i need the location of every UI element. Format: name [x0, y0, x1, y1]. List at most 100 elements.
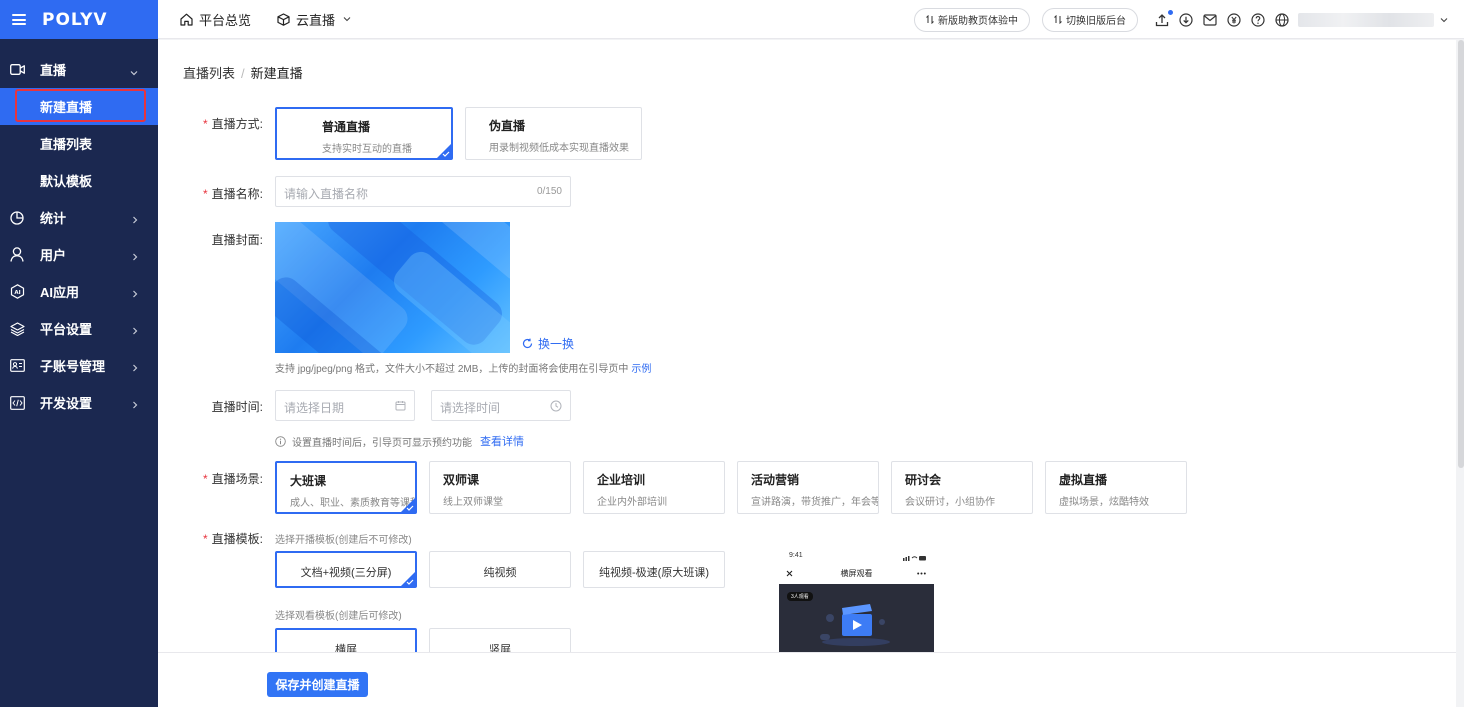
sidebar-item-sub-accounts[interactable]: 子账号管理	[0, 347, 158, 384]
field-label-name: * 直播名称:	[173, 185, 263, 202]
notification-badge	[1167, 8, 1174, 16]
upload-icon[interactable]	[1155, 8, 1174, 27]
download-icon[interactable]	[1179, 12, 1193, 27]
view-details-link[interactable]: 查看详情	[480, 433, 524, 449]
info-icon	[275, 435, 286, 447]
example-link[interactable]: 示例	[631, 364, 651, 375]
scene-option-virtual[interactable]: 虚拟直播 虚拟场景，炫酷特效	[1045, 461, 1187, 514]
sidebar-item-label: 统计	[40, 211, 67, 226]
phone-header: 横屏观看	[779, 564, 934, 583]
label-text: 直播封面:	[211, 233, 263, 247]
option-title: 大班课	[290, 474, 327, 488]
required-mark: *	[202, 472, 208, 486]
calendar-icon	[395, 401, 406, 411]
layers-icon	[9, 321, 25, 337]
top-bar: 平台总览 云直播 新版助教页体验中 切换旧版后台	[158, 0, 1464, 39]
sidebar-item-users[interactable]: 用户	[0, 236, 158, 273]
field-label-cover: 直播封面:	[173, 231, 263, 248]
sidebar-item-ai[interactable]: AI AI应用	[0, 273, 158, 310]
option-label: 纯视频	[483, 567, 517, 579]
sidebar-item-live[interactable]: 直播	[0, 51, 158, 88]
sidebar-subitem-label: 默认模板	[40, 174, 93, 189]
option-title: 活动营销	[751, 473, 800, 487]
chevron-right-icon	[132, 212, 138, 227]
watch-template-portrait[interactable]: 竖屏	[429, 628, 571, 652]
field-label-time: 直播时间:	[173, 398, 263, 415]
form-footer: 保存并创建直播	[158, 652, 1456, 707]
top-nav-cloud-live[interactable]: 云直播	[277, 10, 351, 29]
assistant-preview-button[interactable]: 新版助教页体验中	[914, 7, 1030, 32]
user-account-name[interactable]	[1298, 12, 1434, 27]
sidebar-item-stats[interactable]: 统计	[0, 199, 158, 236]
option-label: 竖屏	[489, 644, 511, 652]
button-label: 切换旧版后台	[1066, 16, 1126, 27]
sidebar-subitem-live-list[interactable]: 直播列表	[0, 125, 158, 162]
field-label-scene: * 直播场景:	[173, 470, 263, 487]
preview-title: 横屏观看	[840, 569, 873, 578]
mail-icon[interactable]	[1203, 13, 1217, 27]
save-and-create-button[interactable]: 保存并创建直播	[267, 672, 368, 697]
input-placeholder: 请选择时间	[440, 401, 501, 415]
time-picker-input[interactable]: 请选择时间	[431, 390, 571, 421]
live-name-input[interactable]: 请输入直播名称 0/150	[275, 176, 571, 207]
phone-status-bar: 9:41	[779, 552, 934, 564]
option-label: 纯视频-极速(原大班课)	[599, 567, 709, 579]
chevron-right-icon	[132, 323, 138, 338]
top-nav: 平台总览 云直播	[180, 10, 377, 29]
top-right-tools: 新版助教页体验中 切换旧版后台	[914, 0, 1448, 39]
breadcrumb-parent[interactable]: 直播列表	[183, 66, 235, 81]
broadcast-template-pure-video[interactable]: 纯视频	[429, 551, 571, 588]
currency-icon[interactable]	[1227, 12, 1241, 27]
date-picker-input[interactable]: 请选择日期	[275, 390, 415, 421]
broadcast-template-doc-video[interactable]: 文档+视频(三分屏)	[275, 551, 417, 588]
close-icon	[786, 570, 793, 577]
scene-option-large-class[interactable]: 大班课 成人、职业、素质教育等课程	[275, 461, 417, 514]
chevron-down-icon[interactable]	[1440, 17, 1448, 23]
logo-bar: POLYV	[0, 0, 158, 39]
option-title: 虚拟直播	[1059, 473, 1108, 487]
option-title: 研讨会	[905, 473, 942, 487]
input-placeholder: 请选择日期	[284, 401, 345, 415]
scene-option-enterprise-training[interactable]: 企业培训 企业内外部培训	[583, 461, 725, 514]
sidebar-subitem-new-live[interactable]: 新建直播	[0, 88, 158, 125]
option-desc: 宣讲路演，带货推广，年会等	[751, 497, 879, 508]
check-icon	[442, 151, 450, 157]
help-icon[interactable]	[1251, 12, 1265, 27]
clapperboard-icon	[820, 604, 890, 646]
ai-icon: AI	[9, 284, 25, 300]
button-label: 新版助教页体验中	[938, 16, 1018, 27]
mode-option-pseudo[interactable]: 伪直播 用录制视频低成本实现直播效果	[465, 107, 642, 160]
cover-image[interactable]	[275, 222, 510, 353]
switch-icon	[1054, 15, 1062, 24]
mode-option-normal[interactable]: 普通直播 支持实时互动的直播	[275, 107, 453, 160]
chevron-down-icon	[130, 64, 138, 79]
sidebar-subitem-default-template[interactable]: 默认模板	[0, 162, 158, 199]
video-camera-icon	[9, 62, 25, 78]
label-text: 直播方式:	[211, 117, 263, 131]
option-desc: 会议研讨，小组协作	[905, 497, 995, 508]
option-label: 横屏	[335, 644, 357, 652]
swap-label: 换一换	[538, 337, 575, 351]
sidebar-item-dev-settings[interactable]: 开发设置	[0, 384, 158, 421]
scene-option-marketing[interactable]: 活动营销 宣讲路演，带货推广，年会等	[737, 461, 879, 514]
logo[interactable]: POLYV	[42, 10, 108, 30]
broadcast-template-fast-video[interactable]: 纯视频-极速(原大班课)	[583, 551, 725, 588]
scene-option-dual-teacher[interactable]: 双师课 线上双师课堂	[429, 461, 571, 514]
watch-template-landscape[interactable]: 横屏	[275, 628, 417, 652]
main-content: 直播列表 / 新建直播 * 直播方式: 普通直播 支持实时互动的直播 伪直播 用录制视…	[158, 40, 1456, 652]
option-title: 企业培训	[597, 473, 646, 487]
scene-option-seminar[interactable]: 研讨会 会议研讨，小组协作	[891, 461, 1033, 514]
preview-player: 3人观看	[779, 584, 934, 652]
hamburger-menu-icon[interactable]	[12, 14, 26, 25]
globe-icon[interactable]	[1275, 12, 1289, 27]
viewer-tag: 3人观看	[787, 592, 813, 601]
sidebar-item-platform-settings[interactable]: 平台设置	[0, 310, 158, 347]
vertical-scrollbar[interactable]	[1458, 40, 1464, 468]
top-nav-overview[interactable]: 平台总览	[180, 10, 251, 29]
option-desc: 支持实时互动的直播	[322, 144, 412, 155]
chevron-right-icon	[132, 286, 138, 301]
switch-old-backend-button[interactable]: 切换旧版后台	[1042, 7, 1138, 32]
swap-cover-button[interactable]: 换一换	[522, 335, 574, 352]
option-desc: 成人、职业、素质教育等课程	[290, 498, 417, 509]
required-mark: *	[202, 187, 208, 201]
